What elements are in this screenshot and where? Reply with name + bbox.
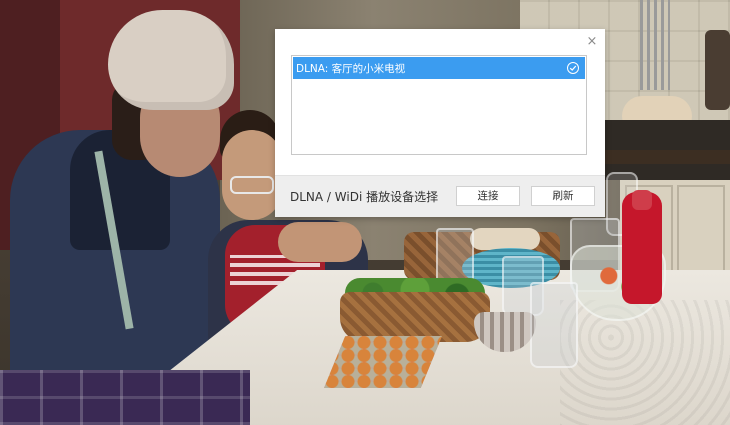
device-picker-dialog: × DLNA: 客厅的小米电视 DLNA / WiDi 播放设备选择 连接 刷新 (275, 29, 605, 217)
refresh-button[interactable]: 刷新 (531, 186, 595, 206)
bread (470, 228, 540, 250)
counter-top (600, 150, 730, 164)
dialog-footer: DLNA / WiDi 播放设备选择 连接 刷新 (275, 175, 605, 217)
device-list[interactable]: DLNA: 客厅的小米电视 (291, 55, 587, 155)
boy-head (222, 130, 282, 220)
boy-glasses (230, 176, 274, 194)
woman-headscarf (108, 10, 234, 110)
dialog-title: DLNA / WiDi 播放设备选择 (290, 190, 439, 204)
device-item-xiaomi-tv[interactable]: DLNA: 客厅的小米电视 (293, 57, 585, 79)
check-circle-icon (567, 62, 579, 74)
jar (705, 30, 730, 110)
drinking-glass (530, 282, 578, 368)
herb-basket (340, 292, 490, 342)
bottle-cap (632, 190, 652, 210)
boy-hands (278, 222, 362, 262)
device-item-label: DLNA: 客厅的小米电视 (296, 62, 406, 75)
plaid-cloth (0, 370, 250, 425)
close-icon[interactable]: × (583, 33, 601, 51)
hanging-utensils (640, 0, 670, 90)
table-lace (560, 300, 730, 425)
connect-button[interactable]: 连接 (456, 186, 520, 206)
